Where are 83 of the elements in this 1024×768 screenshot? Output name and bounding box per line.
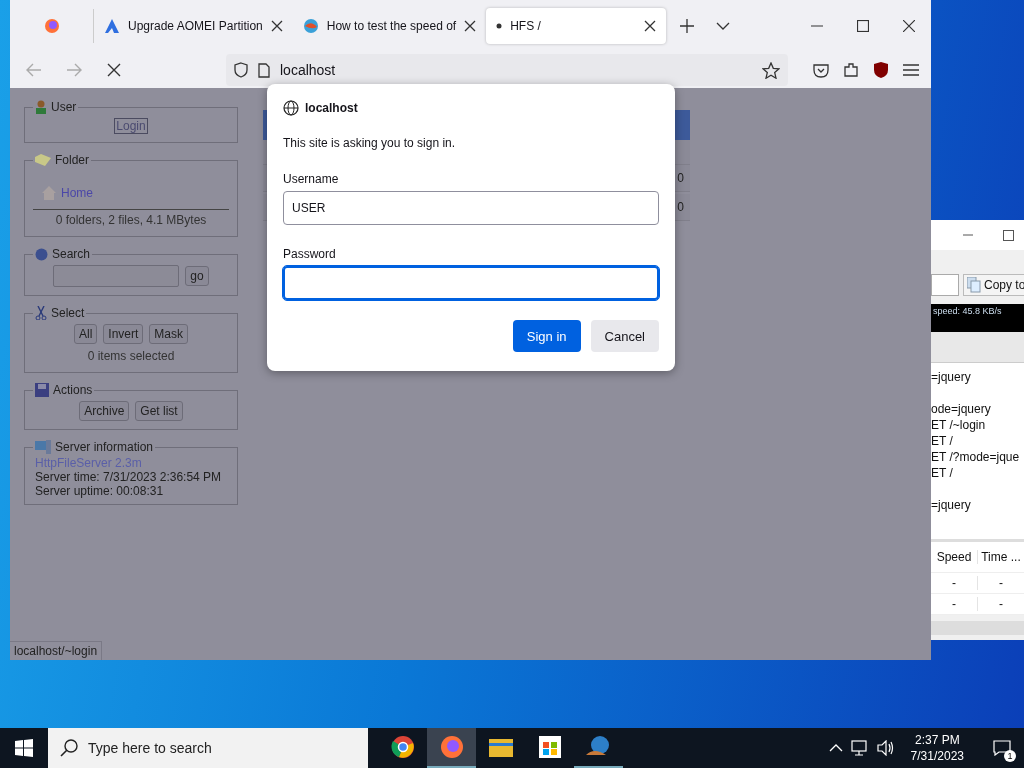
- taskbar-search-field[interactable]: Type here to search: [48, 728, 368, 768]
- chevron-up-icon[interactable]: [828, 744, 843, 752]
- column-header[interactable]: Time ...: [978, 550, 1024, 564]
- log-line: =jquery: [931, 497, 972, 513]
- action-button[interactable]: Archive: [79, 401, 130, 421]
- search-field[interactable]: [53, 265, 180, 287]
- start-icon[interactable]: [15, 739, 33, 757]
- chrome-logo-icon: [390, 735, 415, 759]
- maximize-icon[interactable]: [857, 20, 869, 32]
- status-text: localhost/~login: [10, 641, 103, 660]
- panel-title: Server information: [55, 440, 154, 454]
- log-line: ET /: [931, 465, 954, 481]
- log-line: ET /?mode=jque: [931, 449, 1021, 465]
- field-label: Password: [283, 247, 337, 261]
- puzzle-piece-icon[interactable]: [843, 62, 859, 78]
- menu-icon[interactable]: [903, 64, 919, 76]
- dialog-message: This site is asking you to sign in.: [283, 136, 457, 150]
- server-info-line: Server time: 7/31/2023 2:36:54 PM: [35, 470, 223, 484]
- scissors-icon: [35, 306, 47, 320]
- select-button[interactable]: All: [74, 324, 98, 344]
- shield-icon[interactable]: [873, 61, 889, 79]
- stop-icon[interactable]: [107, 63, 121, 77]
- panel-title: Search: [52, 247, 91, 261]
- notification-count: 1: [1004, 750, 1016, 762]
- close-icon[interactable]: [270, 20, 283, 32]
- star-icon[interactable]: [762, 61, 780, 79]
- panel-title: User: [51, 100, 77, 114]
- browser-tab[interactable]: HFS /: [486, 8, 667, 44]
- address-bar[interactable]: localhost: [226, 54, 788, 86]
- password-field[interactable]: [283, 266, 659, 300]
- toolbar-field[interactable]: [931, 274, 959, 296]
- triangle-logo-icon: [104, 18, 120, 34]
- browser-tab[interactable]: Upgrade AOMEI Partition: [94, 8, 293, 44]
- cancel-button[interactable]: Cancel: [590, 320, 659, 352]
- table-cell: -: [978, 576, 1024, 590]
- log-line: ET /: [931, 433, 954, 449]
- clock[interactable]: 2:37 PM 7/31/2023: [902, 733, 972, 763]
- close-icon[interactable]: [464, 20, 477, 32]
- panel-title: Select: [51, 306, 85, 320]
- close-icon[interactable]: [903, 20, 915, 32]
- globe-logo-icon: [302, 18, 319, 34]
- table-cell: 0: [677, 171, 684, 185]
- action-button[interactable]: Get list: [135, 401, 183, 421]
- globe-icon: [283, 100, 299, 116]
- username-field[interactable]: USER: [283, 191, 659, 225]
- sign-in-button[interactable]: Sign in: [512, 320, 581, 352]
- chevron-down-icon[interactable]: [716, 22, 731, 30]
- page-icon: [258, 62, 270, 78]
- table-cell: -: [978, 597, 1024, 611]
- fox-logo-icon: [439, 735, 464, 759]
- fox-logo-icon: [43, 18, 60, 34]
- table-cell: 0: [677, 200, 684, 214]
- horizontal-scrollbar[interactable]: [931, 621, 1024, 635]
- speed-graph: speed: 45.8 KB/s: [931, 304, 1024, 332]
- close-icon[interactable]: [644, 20, 657, 32]
- pocket-icon[interactable]: [813, 62, 829, 78]
- new-tab-icon[interactable]: [680, 19, 695, 33]
- select-button[interactable]: Mask: [149, 324, 188, 344]
- server-info-line: Server uptime: 00:08:31: [35, 484, 165, 498]
- go-button[interactable]: go: [185, 266, 209, 286]
- dot-icon: [496, 23, 503, 29]
- computer-icon: [35, 440, 51, 454]
- dialog-host: localhost: [305, 101, 358, 115]
- network-icon[interactable]: [850, 740, 869, 756]
- person-icon: [35, 100, 47, 114]
- log-line: ET /~login: [931, 417, 987, 433]
- log-line: ode=jquery: [931, 401, 992, 417]
- speaker-icon[interactable]: [876, 740, 895, 756]
- selection-count: 0 items selected: [86, 348, 176, 365]
- panel-title: Folder: [55, 153, 89, 167]
- copy-button[interactable]: Copy to: [963, 274, 1024, 296]
- maximize-icon[interactable]: [1003, 229, 1014, 241]
- select-button[interactable]: Invert: [103, 324, 144, 344]
- shield-icon: [234, 62, 248, 78]
- folder-summary: 0 folders, 2 files, 4.1 MBytes: [54, 212, 208, 229]
- house-icon: [41, 185, 57, 201]
- log-line: =jquery: [931, 369, 972, 385]
- search-icon: [60, 739, 78, 757]
- panel-title: Actions: [53, 383, 93, 397]
- browser-tab[interactable]: How to test the speed of: [292, 8, 487, 44]
- copy-icon: [967, 277, 981, 293]
- field-label: Username: [283, 172, 340, 186]
- store-bag-icon: [538, 736, 561, 758]
